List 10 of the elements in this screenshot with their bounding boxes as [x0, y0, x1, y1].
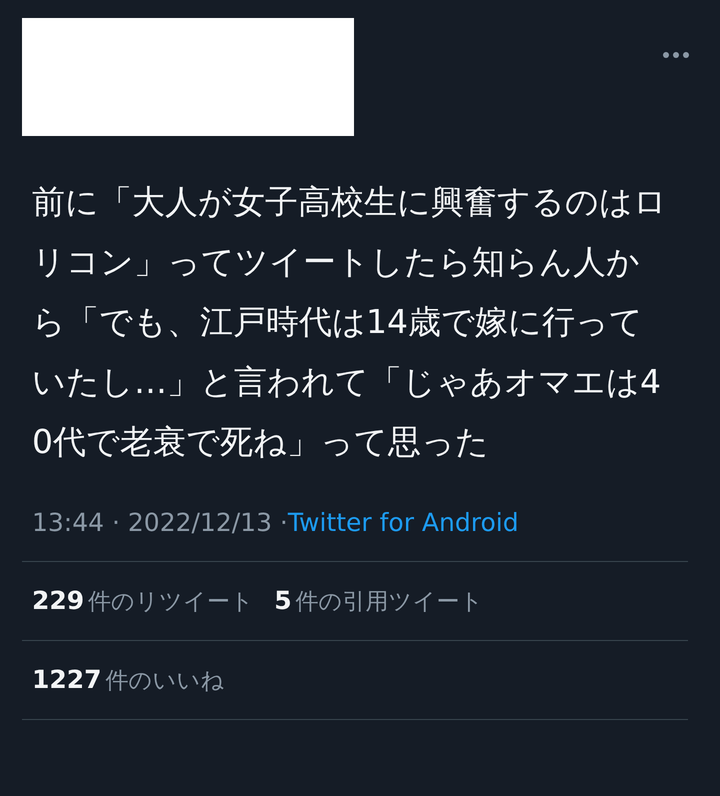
- timestamp: 13:44 · 2022/12/13 ·: [32, 508, 288, 537]
- tweet-text: 前に「大人が女子高校生に興奮するのはロリコン」ってツイートしたら知らん人から「でも、江戸時代は14歳で嫁に行っていたし…」と言われて「じゃあオマエは40代で老衰で死ね」って思った: [32, 181, 668, 463]
- stat-count[interactable]: 1227: [32, 664, 102, 694]
- stat-label[interactable]: 件の引用ツイート: [296, 586, 484, 616]
- stat-label[interactable]: 件のいいね: [106, 664, 225, 696]
- client-link[interactable]: Twitter for Android: [288, 508, 519, 537]
- more-icon[interactable]: [662, 51, 690, 59]
- stat-count[interactable]: 229: [32, 586, 84, 614]
- stat-count[interactable]: 5: [274, 586, 292, 614]
- stat-label[interactable]: 件のリツイート: [88, 586, 254, 616]
